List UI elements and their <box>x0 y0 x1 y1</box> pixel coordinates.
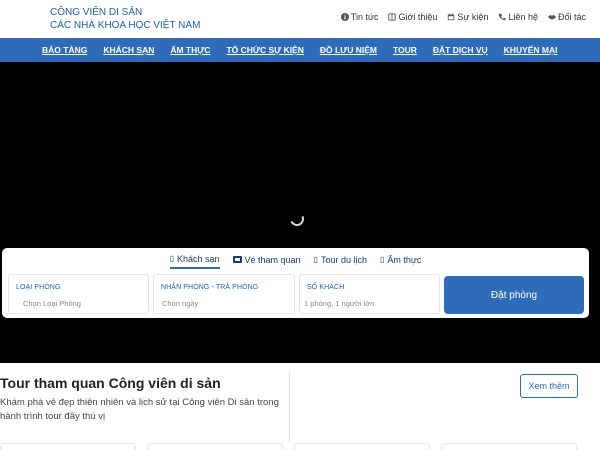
nav-item-cuisine[interactable]: ẨM THỰC <box>162 45 218 55</box>
section-divider <box>289 372 290 442</box>
top-link-label: Liên hệ <box>508 12 538 22</box>
tab-hotel[interactable]: ▯ Khách sạn <box>169 250 220 269</box>
tour-section-title: Tour tham quan Công viên di sản <box>0 375 221 391</box>
info-icon <box>340 13 349 21</box>
book-icon <box>388 13 397 21</box>
booking-search-box: ▯ Khách sạn Vé tham quan ▯ Tour du lịch … <box>2 248 589 318</box>
logo-line-2: CÁC NHÀ KHOA HỌC VIỆT NAM <box>50 20 201 31</box>
calendar-icon <box>448 13 455 21</box>
nav-item-museum[interactable]: BẢO TÀNG <box>34 45 95 55</box>
tab-label: Khách sạn <box>176 253 220 264</box>
placeholder-glyph-icon: ▯ <box>169 254 174 263</box>
room-type-value: Chọn Loại Phòng <box>23 299 81 308</box>
room-type-select[interactable]: LOẠI PHÒNG Chọn Loại Phòng <box>8 274 149 314</box>
top-link-label: Đối tác <box>557 12 586 22</box>
tour-section-description: Khám phá vẻ đẹp thiên nhiên và lịch sử t… <box>0 397 279 422</box>
top-link-label: Giới thiệu <box>398 12 438 22</box>
top-link-label: Sự kiện <box>457 12 489 22</box>
main-nav: BẢO TÀNG KHÁCH SẠN ẨM THỰC TỔ CHỨC SỰ KI… <box>0 38 600 62</box>
site-logo[interactable]: CÔNG VIÊN DI SẢN CÁC NHÀ KHOA HỌC VIỆT N… <box>50 6 200 32</box>
guest-count-value: 1 phòng, 1 người lớn <box>304 299 375 308</box>
tour-card[interactable] <box>441 443 577 450</box>
top-link-events[interactable]: Sự kiện <box>447 12 488 22</box>
see-more-button[interactable]: Xem thêm <box>520 374 578 398</box>
top-link-news[interactable]: Tin tức <box>340 12 379 22</box>
tab-tours[interactable]: ▯ Tour du lịch <box>314 251 367 268</box>
top-link-about[interactable]: Giới thiệu <box>388 12 437 22</box>
guest-count-select[interactable]: SỐ KHÁCH 1 phòng, 1 người lớn <box>299 274 440 314</box>
tab-label: Ẩm thực <box>387 254 422 265</box>
book-room-button[interactable]: Đặt phòng <box>444 276 584 314</box>
tour-card[interactable] <box>0 443 136 450</box>
room-type-label: LOẠI PHÒNG <box>16 284 61 291</box>
top-link-label: Tin tức <box>350 12 379 22</box>
tour-card[interactable] <box>294 443 430 450</box>
tour-card[interactable] <box>147 443 283 450</box>
loading-spinner-icon <box>288 210 306 228</box>
tab-label: Vé tham quan <box>244 254 301 265</box>
site-header: CÔNG VIÊN DI SẢN CÁC NHÀ KHOA HỌC VIỆT N… <box>0 0 600 38</box>
nav-item-promotions[interactable]: KHUYẾN MẠI <box>496 45 566 55</box>
booking-fields: LOẠI PHÒNG Chọn Loại Phòng NHẬN PHÒNG - … <box>8 274 584 314</box>
placeholder-glyph-icon: ▯ <box>313 255 318 264</box>
guest-count-label: SỐ KHÁCH <box>307 284 345 291</box>
date-range-value: Chọn ngày <box>162 299 199 308</box>
placeholder-glyph-icon: ▯ <box>379 255 385 264</box>
date-range-label: NHẬN PHÒNG - TRẢ PHÒNG <box>161 284 259 291</box>
top-links: Tin tức Giới thiệu Sự kiện Liên hệ Đối t… <box>340 12 586 22</box>
date-range-picker[interactable]: NHẬN PHÒNG - TRẢ PHÒNG Chọn ngày <box>153 274 295 314</box>
handshake-icon <box>548 15 556 20</box>
phone-icon <box>499 13 507 21</box>
nav-item-hotel[interactable]: KHÁCH SẠN <box>95 45 162 55</box>
nav-item-souvenirs[interactable]: ĐỒ LƯU NIỆM <box>312 45 385 55</box>
nav-item-events[interactable]: TỔ CHỨC SỰ KIỆN <box>218 45 311 55</box>
tab-cuisine[interactable]: ▯ Ẩm thực <box>380 251 421 268</box>
tab-tickets[interactable]: Vé tham quan <box>232 251 301 268</box>
ticket-icon <box>232 256 242 263</box>
nav-item-tour[interactable]: TOUR <box>385 45 425 55</box>
tab-label: Tour du lịch <box>320 254 367 265</box>
booking-tabs: ▯ Khách sạn Vé tham quan ▯ Tour du lịch … <box>2 248 589 270</box>
top-link-contact[interactable]: Liên hệ <box>498 12 538 22</box>
logo-line-1: CÔNG VIÊN DI SẢN <box>50 7 143 18</box>
top-link-partners[interactable]: Đối tác <box>548 12 586 22</box>
nav-items: BẢO TÀNG KHÁCH SẠN ẨM THỰC TỔ CHỨC SỰ KI… <box>34 45 566 55</box>
nav-item-booking[interactable]: ĐẶT DỊCH VỤ <box>425 45 496 55</box>
